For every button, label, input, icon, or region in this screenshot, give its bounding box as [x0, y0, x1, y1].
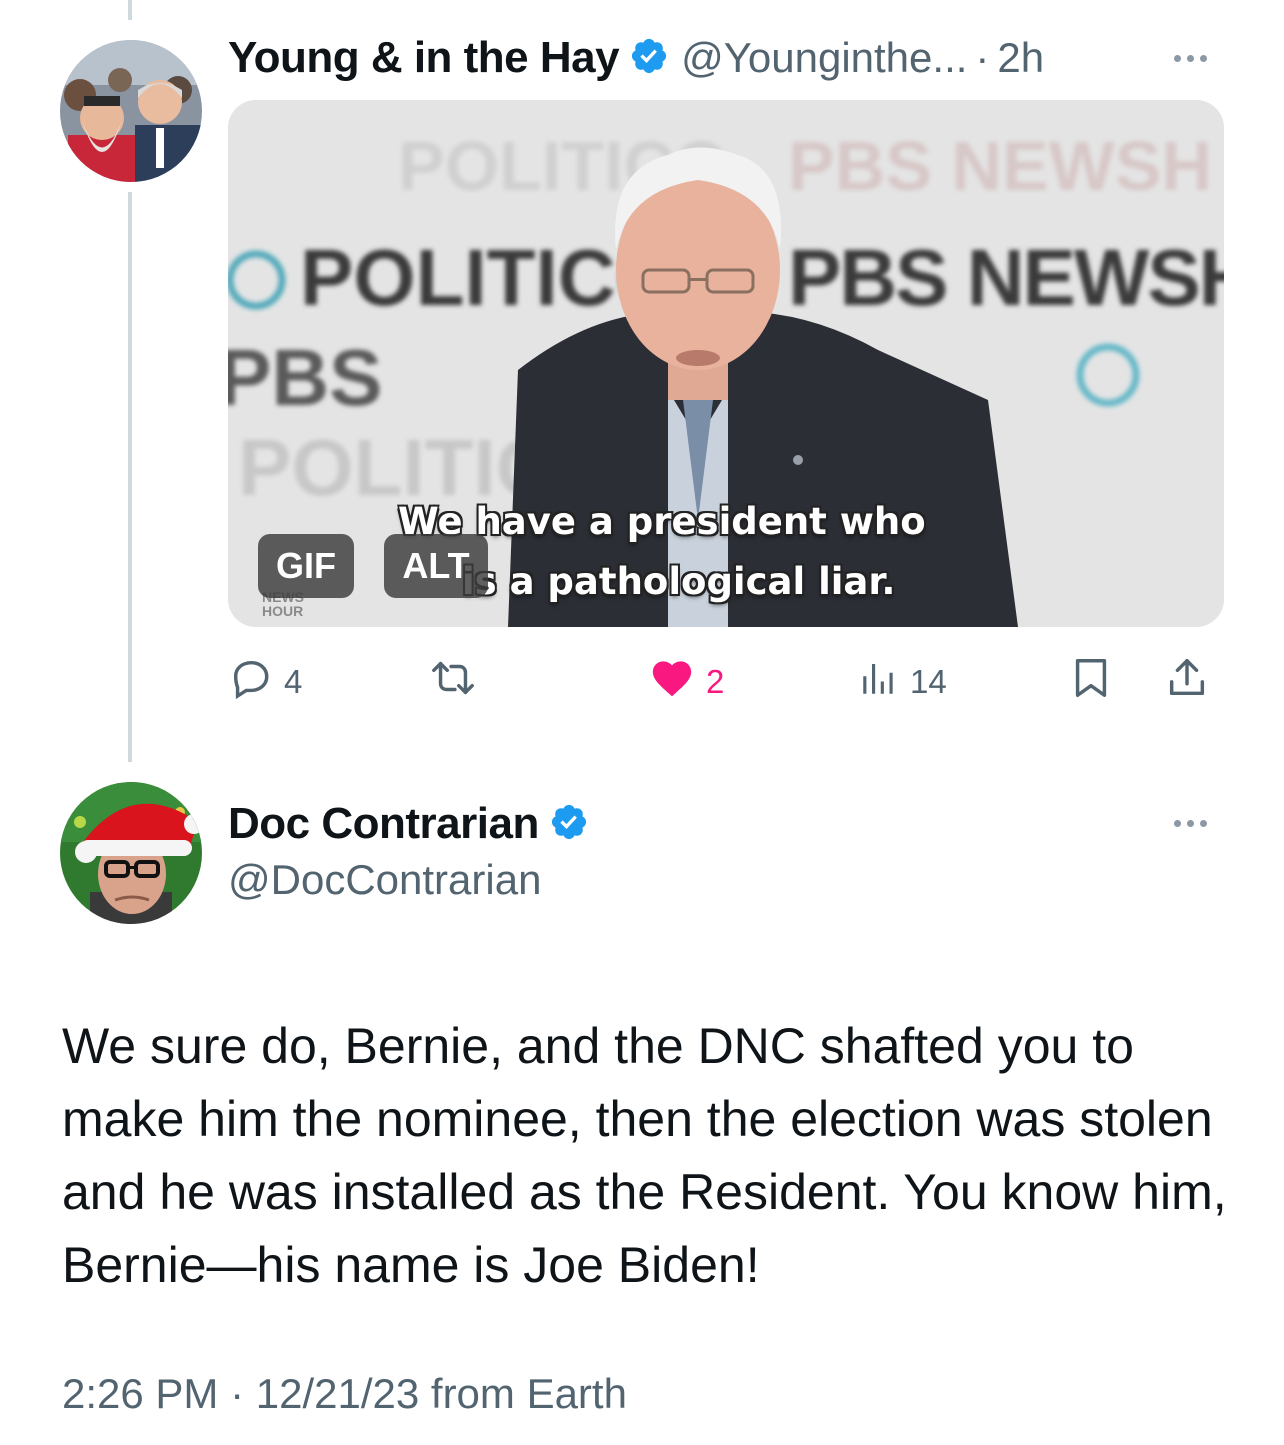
tweet1-display-name[interactable]: Young & in the Hay	[228, 33, 620, 83]
tweet2-display-name[interactable]: Doc Contrarian	[228, 799, 539, 849]
thread-line-top	[128, 0, 132, 20]
reply-count: 4	[284, 663, 303, 700]
more-options-icon[interactable]	[1174, 820, 1207, 827]
repost-icon	[428, 655, 478, 709]
tweet1-gif-media[interactable]: POLITICO PBS NEWSH POLITICO PBS NEWSH PB…	[228, 100, 1224, 627]
tweet1-action-bar: 4 2 14	[228, 652, 1224, 712]
more-options-icon[interactable]	[1174, 55, 1207, 62]
tweet1-header: Young & in the Hay @Younginthe... · 2h	[228, 30, 1044, 86]
views-button[interactable]: 14	[858, 652, 947, 712]
tweet2-timestamp[interactable]: 2:26 PM · 12/21/23 from Earth	[62, 1370, 627, 1418]
bookmark-button[interactable]	[1068, 652, 1114, 712]
reply-icon	[228, 655, 274, 709]
verified-badge-icon[interactable]	[549, 802, 589, 847]
tweet1-separator: ·	[975, 34, 990, 81]
reply-button[interactable]: 4	[228, 652, 302, 712]
like-count: 2	[706, 663, 725, 700]
backdrop-text-pbs-newshour: PBS NEWSH	[788, 233, 1224, 322]
tweet2-text: We sure do, Bernie, and the DNC shafted …	[62, 1018, 1227, 1293]
share-button[interactable]	[1164, 652, 1210, 712]
repost-button[interactable]	[428, 652, 488, 712]
backdrop-text-pbs-faint: PBS NEWSH	[788, 127, 1212, 205]
heart-icon	[648, 655, 696, 709]
views-chart-icon	[858, 655, 900, 709]
tweet2-handle[interactable]: @DocContrarian	[228, 856, 541, 904]
tweet2-name-row: Doc Contrarian	[228, 794, 589, 854]
like-button[interactable]: 2	[648, 652, 724, 712]
backdrop-text-pbs: PBS	[228, 333, 383, 422]
tweet1-time[interactable]: 2h	[997, 34, 1044, 82]
thread-line	[128, 192, 132, 762]
gif-badge[interactable]: GIF	[258, 534, 354, 598]
bookmark-icon	[1068, 653, 1114, 711]
avatar-younginthehay[interactable]	[60, 40, 202, 182]
avatar-doccontrarian[interactable]	[60, 782, 202, 924]
gif-frame-image: POLITICO PBS NEWSH POLITICO PBS NEWSH PB…	[228, 100, 1224, 627]
gif-caption-line1: We have a president who	[398, 500, 926, 543]
alt-badge[interactable]: ALT	[384, 534, 488, 598]
views-count: 14	[910, 663, 947, 700]
verified-badge-icon[interactable]	[629, 36, 669, 81]
share-icon	[1164, 653, 1210, 711]
tweet1-handle[interactable]: @Younginthe...	[681, 34, 967, 82]
gif-caption-line2: is a pathological liar.	[462, 560, 896, 603]
